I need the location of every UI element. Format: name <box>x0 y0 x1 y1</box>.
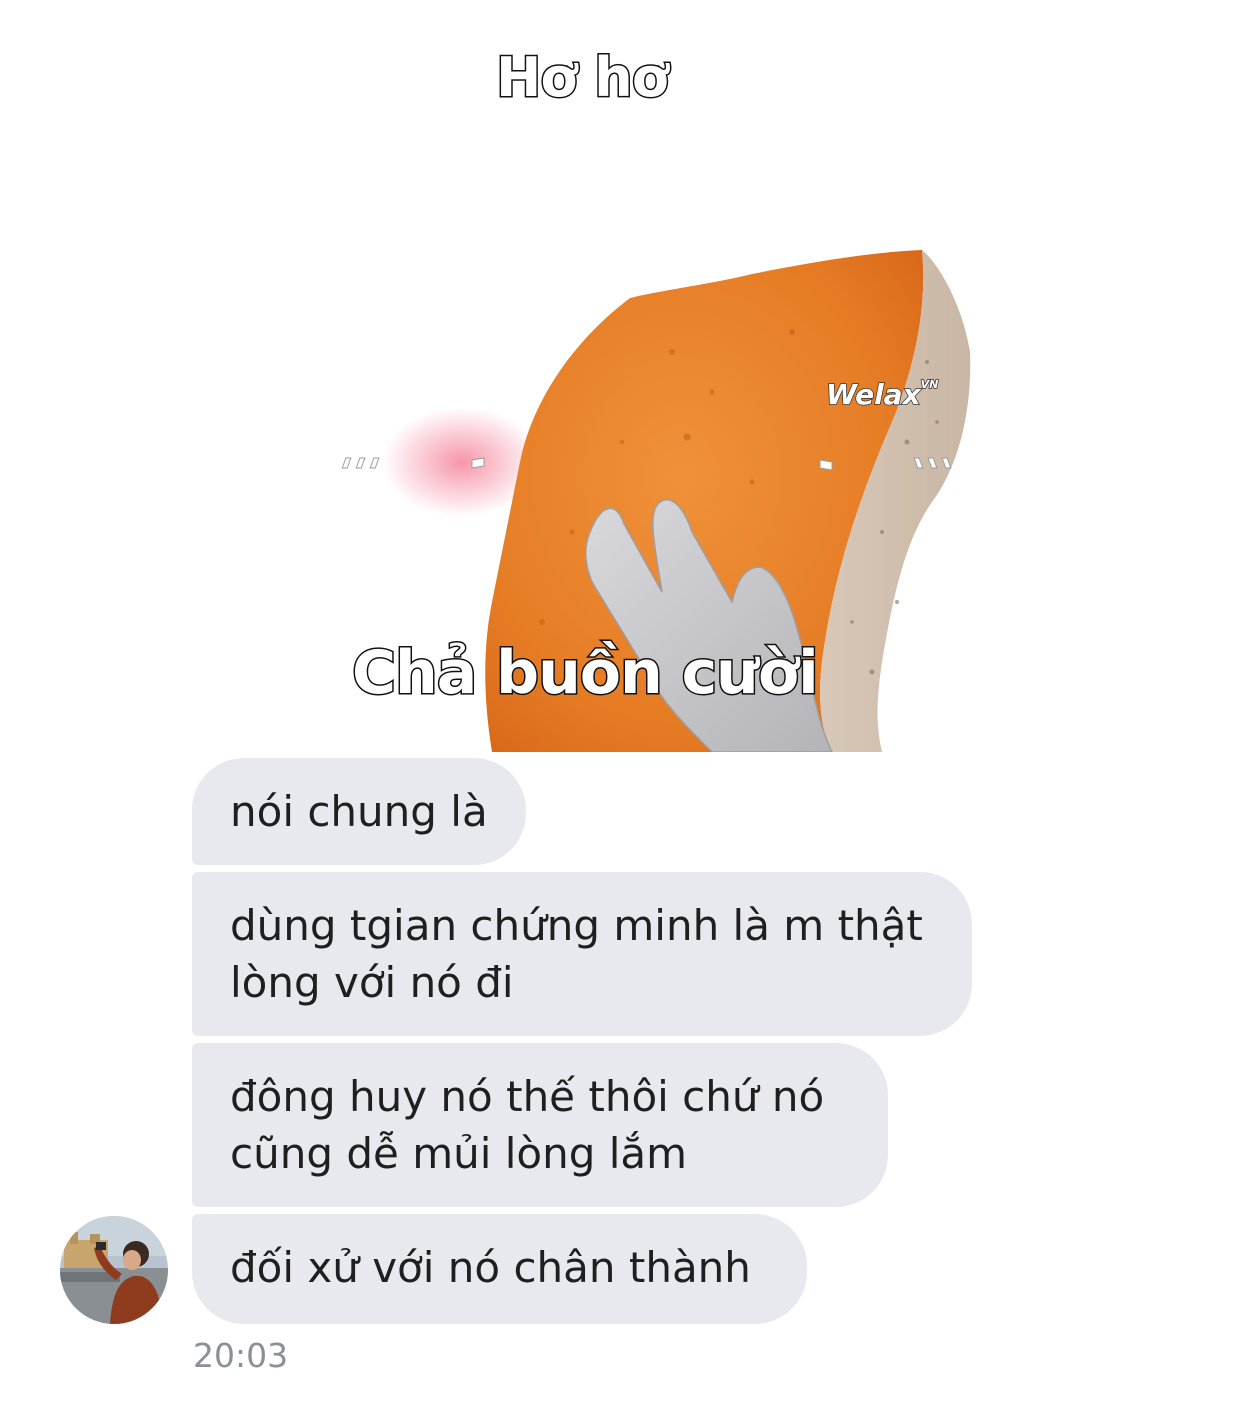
sticker-caption-bottom: Chả buồn cười <box>351 637 821 710</box>
message-bubble[interactable]: đông huy nó thế thôi chứ nó cũng dễ mủi … <box>192 1043 888 1207</box>
watermark-text: Welax <box>825 377 921 412</box>
watermark-sup: VN <box>920 377 939 392</box>
message-bubble[interactable]: dùng tgian chứng minh là m thật lòng với… <box>192 872 972 1036</box>
sticker-caption-top: Hơ hơ <box>495 45 671 111</box>
avatar-photo <box>60 1216 168 1324</box>
sticker-watermark: WelaxVN <box>825 377 939 412</box>
avatar[interactable] <box>60 1216 168 1324</box>
message-bubble[interactable]: đối xử với nó chân thành <box>192 1214 807 1324</box>
message-bubble[interactable]: nói chung là <box>192 758 526 865</box>
sticker-image[interactable]: Hơ hơ WelaxVN Chả buồn cười <box>192 45 972 752</box>
chat-thread: Hơ hơ WelaxVN Chả buồn cười nói chung là… <box>0 0 1242 1401</box>
message-timestamp: 20:03 <box>193 1336 289 1375</box>
